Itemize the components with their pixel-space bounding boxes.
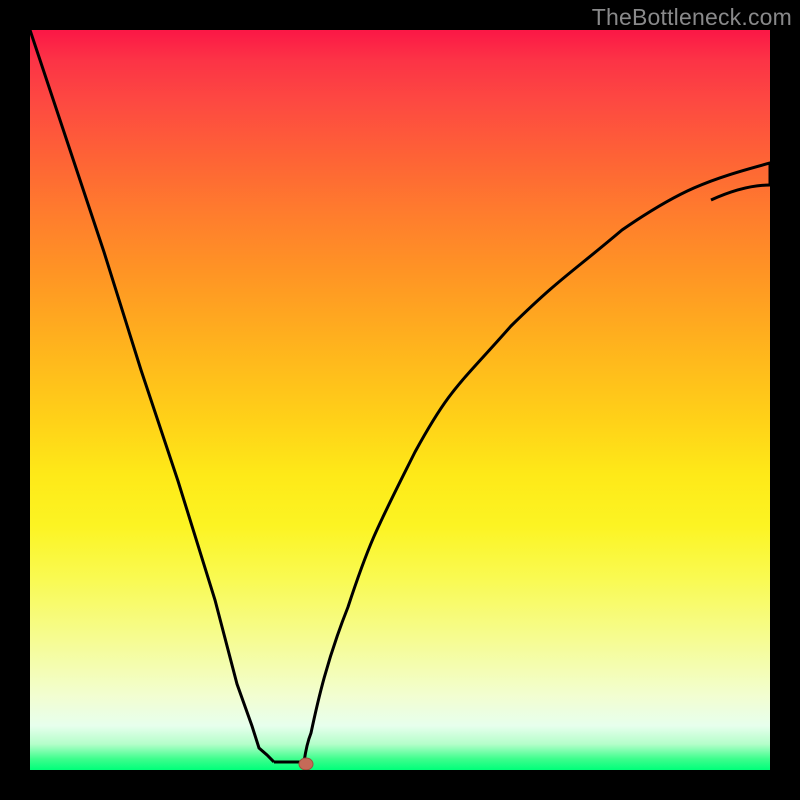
chart-frame: TheBottleneck.com — [0, 0, 800, 800]
plot-area — [30, 30, 770, 770]
curve-left-branch — [30, 30, 274, 762]
curve-right-edge-fix — [711, 185, 770, 200]
curve-right-branch — [304, 163, 770, 762]
watermark-text: TheBottleneck.com — [592, 4, 792, 31]
minimum-marker — [299, 758, 313, 770]
curve-layer — [30, 30, 770, 770]
